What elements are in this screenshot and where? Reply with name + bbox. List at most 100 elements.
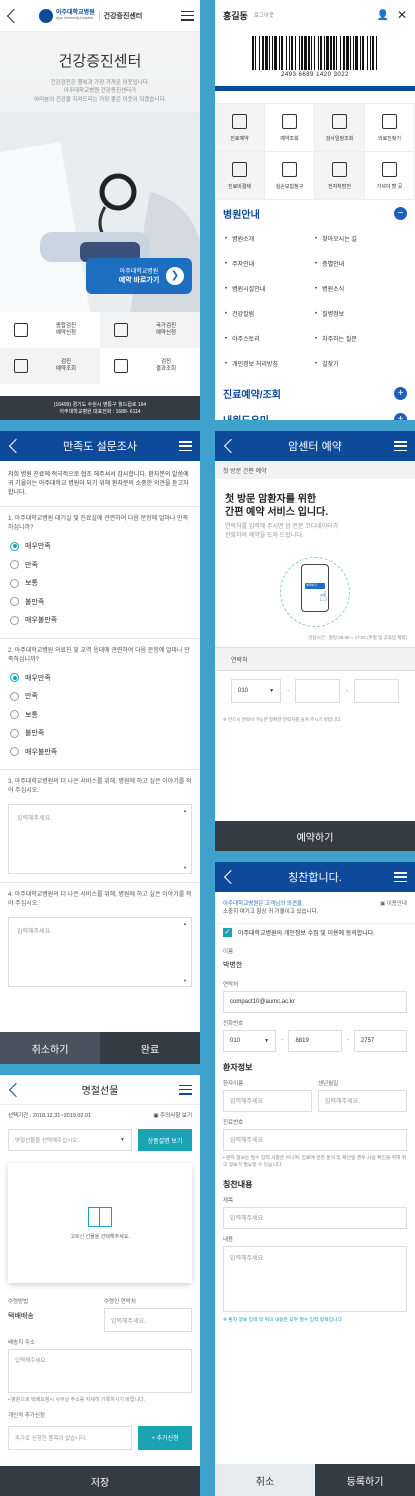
link-item[interactable]: 아주스토리 [225, 326, 315, 351]
tel-prefix-select[interactable]: 010 ▼ [223, 1029, 277, 1052]
product-detail-button[interactable]: 상품설명 보기 [138, 1129, 192, 1151]
question-3: 3. 아주대학교병원의 더 나은 서비스를 위해, 병원에 하고 싶은 이야기를… [8, 779, 192, 794]
extra-input[interactable]: 추가로 신청한 품목이 없습니다. [8, 1425, 132, 1450]
email-input[interactable]: compact10@aumc.ac.kr [223, 990, 407, 1013]
quick-payment[interactable]: 진료비결제 [215, 152, 265, 200]
radio-option[interactable]: 불만족 [0, 724, 200, 743]
patient-name-input[interactable]: 입력해주세요. [223, 1089, 312, 1112]
survey-header: 만족도 설문조사 [0, 431, 200, 461]
done-button[interactable]: 완료 [100, 1032, 200, 1064]
link-item[interactable]: 자주하는 질문 [315, 326, 405, 351]
reserve-button[interactable]: 예약하기 [215, 821, 415, 851]
patient-info-title: 환자정보 [223, 1062, 253, 1072]
dropdown-icon: ▼ [264, 1037, 270, 1044]
card-icon [232, 161, 247, 177]
radio-option[interactable]: 보통 [0, 574, 200, 593]
menu-icon[interactable] [179, 441, 192, 451]
link-item[interactable]: 건강칼럼 [225, 301, 315, 326]
birth-input[interactable]: 입력해주세요. [318, 1089, 407, 1112]
link-item[interactable]: 층별안내 [315, 251, 405, 276]
address-textarea[interactable]: 입력해주세요. [8, 1349, 192, 1393]
collapse-icon[interactable]: − [394, 206, 407, 220]
radio-option[interactable]: 만족 [0, 687, 200, 706]
quick-prescription[interactable]: 전자처방전 [315, 152, 365, 200]
ship-value: 택배배송 [8, 1313, 34, 1320]
save-button[interactable]: 저장 [0, 1466, 200, 1496]
radio-option[interactable]: 만족 [0, 556, 200, 575]
receiver-phone-input[interactable]: 입력해주세요. [104, 1308, 192, 1332]
answer-4-textarea[interactable]: 입력해주세요. [8, 917, 192, 987]
caution-link[interactable]: ▣ 주의사항 보기 [153, 1111, 192, 1119]
section-visit-helper[interactable]: 내원도우미 + [215, 406, 415, 420]
gift-select[interactable]: 명절선물을 선택해주십시오. ▼ [8, 1129, 132, 1151]
extra-label: 개인적 추가신청 [8, 1412, 45, 1419]
link-item[interactable]: 질병정보 [315, 301, 405, 326]
link-item[interactable]: 길찾기 [315, 351, 405, 376]
checkup-result-button[interactable]: 검진 결과조회 [100, 348, 200, 384]
building-icon [382, 161, 397, 177]
user-icon[interactable]: 👤 [376, 10, 388, 21]
radio-option[interactable]: 보통 [0, 706, 200, 725]
expand-icon[interactable]: + [394, 386, 407, 400]
guide-link[interactable]: ▣ 이용안내 [380, 900, 407, 917]
expand-icon[interactable]: + [394, 412, 407, 420]
quick-find-doctor[interactable]: 의료진찾기 [365, 104, 415, 152]
cancer-subtitle: 첫 방문 간편 예약 [215, 461, 415, 479]
answer-3-textarea[interactable]: 입력해주세요. [8, 804, 192, 874]
phone-last-input[interactable] [354, 679, 400, 703]
link-item[interactable]: 병원소개 [225, 226, 315, 251]
dropdown-icon: ▼ [269, 688, 275, 694]
reservation-shortcut-button[interactable]: 아주대학교병원 예약 바로가기 ❯ [86, 258, 192, 294]
phone-prefix-select[interactable]: 010 ▼ [231, 679, 282, 703]
survey-actions: 취소하기 완료 [0, 1032, 200, 1064]
quick-destination[interactable]: 가셔야 할 곳 [365, 152, 415, 200]
back-icon[interactable] [6, 8, 22, 23]
ship-label: 수령방법 [8, 1299, 29, 1305]
logout-link[interactable]: 로그아웃 [254, 11, 377, 19]
tel-middle-input[interactable]: 8819 [288, 1029, 342, 1052]
phone-middle-input[interactable] [295, 679, 341, 703]
menu-icon[interactable] [394, 441, 407, 451]
checkup-inquiry-button[interactable]: 검진 예약조회 [0, 348, 100, 384]
radio-option[interactable]: 불만족 [0, 593, 200, 612]
link-item[interactable]: 병원소식 [315, 276, 405, 301]
menu-icon[interactable] [179, 1084, 192, 1095]
checkup-reservation-button[interactable]: 종합검진 예약신청 [0, 312, 100, 348]
radio-option[interactable]: 매우불만족 [0, 743, 200, 762]
privacy-agree-checkbox[interactable]: ✓ 아주대학교병원의 개인정보 수집 및 이용에 동의합니다. [215, 922, 415, 941]
section-hospital-guide[interactable]: 병원안내 − [215, 200, 415, 226]
section-reservation[interactable]: 진료예약/조회 + [215, 380, 415, 406]
radio-option[interactable]: 매우만족 [0, 669, 200, 688]
gift-title: 명절선물 [81, 1086, 119, 1097]
cancel-button[interactable]: 취소하기 [0, 1032, 100, 1064]
report-icon [114, 359, 128, 373]
record-no-input[interactable]: 입력해주세요. [223, 1128, 407, 1151]
logo-mark [39, 8, 53, 23]
quick-exam-schedule[interactable]: 검사일정조회 [315, 104, 365, 152]
link-item[interactable]: 개인정보 처리방침 [225, 351, 315, 376]
tel-last-input[interactable]: 2757 [353, 1029, 408, 1052]
quick-insurance[interactable]: 실손보험청구 [265, 152, 315, 200]
question-2: 2. 아주대학교병원 의료진 및 교역 응대에 관련하여 다음 문항에 얼마나 … [8, 647, 190, 663]
register-button[interactable]: 등록하기 [315, 1464, 415, 1496]
radio-option[interactable]: 매우만족 [0, 537, 200, 556]
close-icon[interactable]: ✕ [397, 8, 407, 22]
subject-input[interactable]: 입력해주세요. [223, 1206, 407, 1229]
cancer-actions: 예약하기 [215, 821, 415, 851]
gift-preview: 고르신 선물을 선택해주세요. [8, 1163, 192, 1283]
cancel-button[interactable]: 취소 [215, 1464, 315, 1496]
extra-add-button[interactable]: + 추가신청 [138, 1425, 192, 1450]
radio-icon [10, 597, 19, 607]
body-textarea[interactable]: 입력해주세요. [223, 1245, 407, 1312]
menu-icon[interactable] [181, 10, 194, 21]
link-item[interactable]: 주차안내 [225, 251, 315, 276]
link-item[interactable]: 찾아오시는 길 [315, 226, 405, 251]
survey-intro: 저희 병원 진료에 적극적으로 협조 해주셔서 감사합니다. 환자분의 말씀에 … [0, 461, 200, 507]
quick-reservation-inquiry[interactable]: 예약조회 [265, 104, 315, 152]
radio-option[interactable]: 매우불만족 [0, 611, 200, 630]
menu-icon[interactable] [394, 872, 407, 882]
radio-icon [10, 691, 19, 701]
link-item[interactable]: 병원시설안내 [225, 276, 315, 301]
national-checkup-button[interactable]: 국가검진 예약신청 [100, 312, 200, 348]
quick-reservation[interactable]: 진료예약 [215, 104, 265, 152]
